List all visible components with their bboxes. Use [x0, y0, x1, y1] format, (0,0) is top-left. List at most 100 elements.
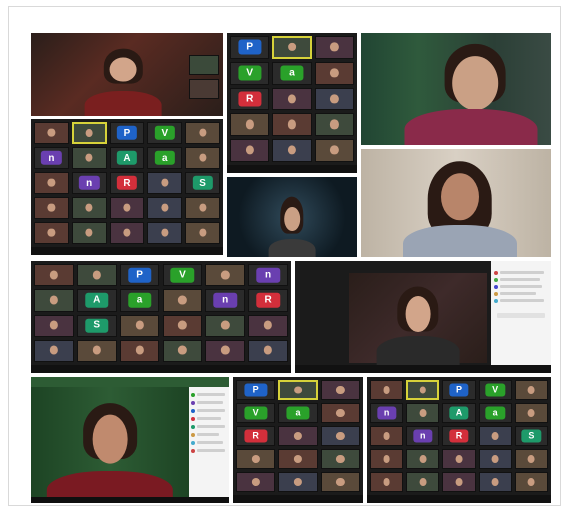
participant-video-tile	[236, 472, 276, 492]
participant-video-tile	[205, 264, 246, 287]
participant-video-tile	[34, 172, 69, 194]
meeting-panel-gallery-4: PVnAanRS	[31, 119, 223, 255]
participant-video-tile	[71, 197, 107, 219]
participant-video-tile	[147, 197, 183, 219]
taskbar	[31, 497, 229, 503]
participant-video-tile	[76, 264, 117, 287]
letter-avatar: P	[449, 383, 469, 397]
participant-video-tile	[278, 380, 318, 400]
participant-video-tile	[278, 426, 318, 446]
participant-video-tile	[34, 289, 74, 312]
letter-avatar: P	[116, 125, 138, 141]
meeting-panel-speaker-9	[31, 377, 229, 503]
meeting-panel-gallery-11: P Vn Aa n R S	[367, 377, 551, 503]
participant-video-tile	[185, 147, 220, 169]
participant-video-tile	[514, 472, 548, 492]
participant-avatar-tile: A	[76, 289, 117, 312]
participant-video-tile	[370, 380, 404, 400]
participant-video-tile	[406, 380, 440, 400]
meeting-panel-speaker-8	[295, 261, 551, 373]
chat-sidebar	[491, 261, 551, 373]
letter-avatar: R	[238, 91, 262, 107]
participant-video-tile	[406, 449, 440, 469]
participant-avatar-tile: n	[205, 289, 246, 312]
meeting-toolbar	[367, 495, 551, 503]
participants-list	[189, 387, 229, 503]
meeting-toolbar	[31, 365, 291, 373]
letter-avatar: P	[244, 383, 268, 397]
participant-video-tile	[71, 147, 107, 169]
letter-avatar: S	[85, 318, 109, 333]
meeting-panel-speaker-6	[361, 149, 551, 257]
participant-video-tile	[514, 449, 548, 469]
letter-avatar: a	[127, 293, 152, 308]
letter-avatar: n	[41, 150, 62, 166]
meeting-toolbar	[227, 165, 357, 173]
participant-avatar-tile: n	[248, 264, 288, 287]
meeting-panel-gallery-10: PVa R	[233, 377, 363, 503]
letter-avatar: a	[286, 406, 310, 420]
participant-avatar-tile: R	[109, 172, 145, 194]
participant-video-tile	[71, 222, 107, 244]
participant-avatar-tile: P	[442, 380, 476, 400]
participant-avatar-tile: S	[514, 426, 548, 446]
participant-avatar-tile: P	[236, 380, 276, 400]
letter-avatar: V	[170, 267, 195, 283]
participant-avatar-tile: R	[236, 426, 276, 446]
participant-video-tile	[314, 113, 354, 137]
participant-video-tile	[370, 426, 404, 446]
meeting-panel-speaker-3	[361, 33, 551, 145]
participant-avatar-tile: R	[248, 289, 288, 312]
participant-video	[227, 177, 357, 257]
participant-video-tile	[162, 289, 203, 312]
participant-video	[349, 273, 487, 371]
participant-avatar-tile: R	[442, 426, 476, 446]
letter-avatar: a	[485, 406, 505, 420]
participant-video-tile	[162, 339, 203, 362]
letter-avatar: R	[449, 429, 469, 443]
participant-avatar-tile: n	[370, 403, 404, 423]
participant-video-tile	[406, 403, 440, 423]
participant-avatar-tile: V	[147, 122, 183, 144]
participant-avatar-tile: a	[478, 403, 512, 423]
participant-video-tile	[34, 264, 74, 287]
participant-avatar-tile: a	[147, 147, 183, 169]
participant-avatar-tile: a	[278, 403, 318, 423]
participant-video-tile	[442, 472, 476, 492]
participant-video-tile	[230, 113, 270, 137]
letter-avatar: R	[244, 429, 268, 443]
participant-video-tile	[119, 314, 160, 337]
collage-frame: PVaR PVnAanRS PVnAanRS P V a R P V n A a…	[8, 6, 561, 506]
participant-avatar-tile: A	[109, 147, 145, 169]
participant-avatar-tile: V	[236, 403, 276, 423]
participant-video-tile	[230, 139, 270, 162]
letter-avatar: S	[192, 175, 213, 191]
participant-video-tile	[272, 113, 312, 137]
participant-video-tile	[370, 472, 404, 492]
participant-video-tile	[314, 36, 354, 59]
letter-avatar: n	[213, 293, 237, 308]
participant-video-tile	[76, 339, 117, 362]
participant-video-tile	[185, 222, 220, 244]
participant-video-tile	[406, 472, 440, 492]
participant-video-tile	[205, 339, 246, 362]
letter-avatar: n	[413, 429, 433, 443]
meeting-toolbar	[233, 495, 363, 503]
thumbnail-tile	[189, 79, 219, 99]
letter-avatar: n	[256, 267, 280, 283]
participant-avatar-tile: A	[442, 403, 476, 423]
participant-video-tile	[248, 339, 288, 362]
letter-avatar: R	[256, 293, 280, 308]
participant-video-tile	[205, 314, 246, 337]
participant-video	[31, 387, 189, 503]
participant-avatar-tile: S	[185, 172, 220, 194]
participant-video-tile	[314, 61, 354, 85]
letter-avatar: A	[116, 150, 138, 166]
participant-video-tile	[185, 122, 220, 144]
participant-video-tile	[272, 36, 312, 59]
letter-avatar: n	[376, 406, 397, 420]
participant-avatar-tile: n	[71, 172, 107, 194]
participant-video-tile	[514, 403, 548, 423]
participant-video-tile	[147, 172, 183, 194]
thumbnail-tile	[189, 55, 219, 75]
